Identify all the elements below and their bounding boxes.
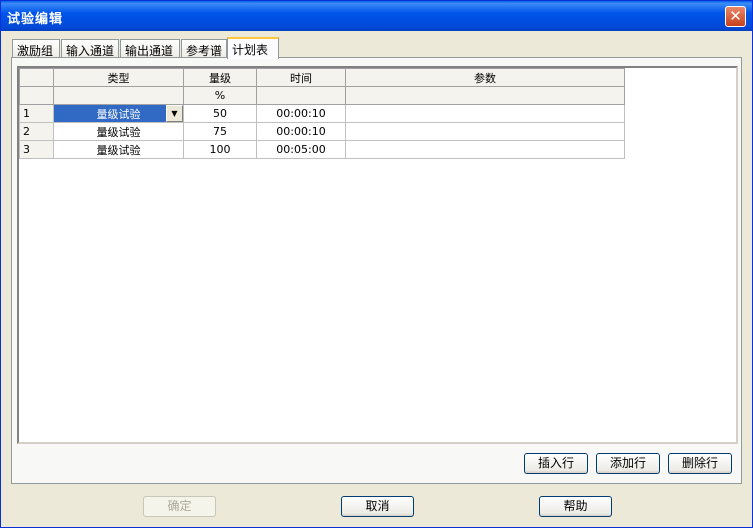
insert-row-button[interactable]: 插入行	[524, 453, 588, 474]
column-header-params[interactable]: 参数	[345, 68, 625, 87]
chevron-down-icon[interactable]: ▼	[166, 105, 183, 122]
time-cell[interactable]: 00:05:00	[256, 140, 346, 159]
type-cell[interactable]: 量级试验	[53, 140, 184, 159]
schedule-grid[interactable]: 类型 量级 时间 参数 % 1 量级试验 ▼ 50 00:00:10 2 量级试…	[17, 66, 738, 444]
schedule-panel: 类型 量级 时间 参数 % 1 量级试验 ▼ 50 00:00:10 2 量级试…	[11, 57, 742, 484]
level-cell[interactable]: 50	[183, 104, 257, 123]
close-button[interactable]: ✕	[725, 6, 746, 27]
tab-stimulus-group[interactable]: 激励组	[12, 39, 60, 58]
unit-params	[345, 86, 625, 105]
close-icon: ✕	[729, 7, 742, 25]
param-cell[interactable]	[345, 122, 625, 141]
row-number[interactable]: 2	[19, 122, 54, 141]
table-row[interactable]: 2 量级试验 75 00:00:10	[19, 122, 625, 141]
type-value: 量级试验	[96, 107, 141, 121]
time-cell[interactable]: 00:00:10	[256, 104, 346, 123]
schedule-table: 类型 量级 时间 参数 % 1 量级试验 ▼ 50 00:00:10 2 量级试…	[19, 68, 625, 159]
units-row-corner	[19, 86, 54, 105]
row-number[interactable]: 1	[19, 104, 54, 123]
corner-header	[19, 68, 54, 87]
table-row[interactable]: 3 量级试验 100 00:05:00	[19, 140, 625, 159]
type-cell[interactable]: 量级试验	[53, 122, 184, 141]
window-title: 试验编辑	[7, 12, 64, 27]
units-row: %	[19, 86, 625, 105]
tab-reference-spectrum[interactable]: 参考谱	[181, 39, 227, 58]
cancel-button[interactable]: 取消	[341, 496, 414, 517]
time-cell[interactable]: 00:00:10	[256, 122, 346, 141]
ok-button[interactable]: 确定	[143, 496, 216, 517]
unit-level: %	[183, 86, 257, 105]
table-row[interactable]: 1 量级试验 ▼ 50 00:00:10	[19, 104, 625, 123]
param-cell[interactable]	[345, 104, 625, 123]
add-row-button[interactable]: 添加行	[596, 453, 660, 474]
level-cell[interactable]: 75	[183, 122, 257, 141]
header-row: 类型 量级 时间 参数	[19, 68, 625, 87]
tab-schedule[interactable]: 计划表	[227, 37, 279, 59]
row-number[interactable]: 3	[19, 140, 54, 159]
level-cell[interactable]: 100	[183, 140, 257, 159]
column-header-time[interactable]: 时间	[256, 68, 346, 87]
type-dropdown[interactable]: 量级试验 ▼	[53, 104, 184, 123]
tab-input-channels[interactable]: 输入通道	[61, 39, 119, 58]
column-header-level[interactable]: 量级	[183, 68, 257, 87]
title-bar[interactable]: 试验编辑 ✕	[1, 1, 752, 31]
unit-type	[53, 86, 184, 105]
param-cell[interactable]	[345, 140, 625, 159]
unit-time	[256, 86, 346, 105]
tab-output-channels[interactable]: 输出通道	[120, 39, 180, 58]
dialog-window: 试验编辑 ✕ 激励组 输入通道 输出通道 参考谱 计划表 类型 量级 时间 参数	[0, 0, 753, 528]
delete-row-button[interactable]: 删除行	[668, 453, 732, 474]
column-header-type[interactable]: 类型	[53, 68, 184, 87]
help-button[interactable]: 帮助	[539, 496, 612, 517]
